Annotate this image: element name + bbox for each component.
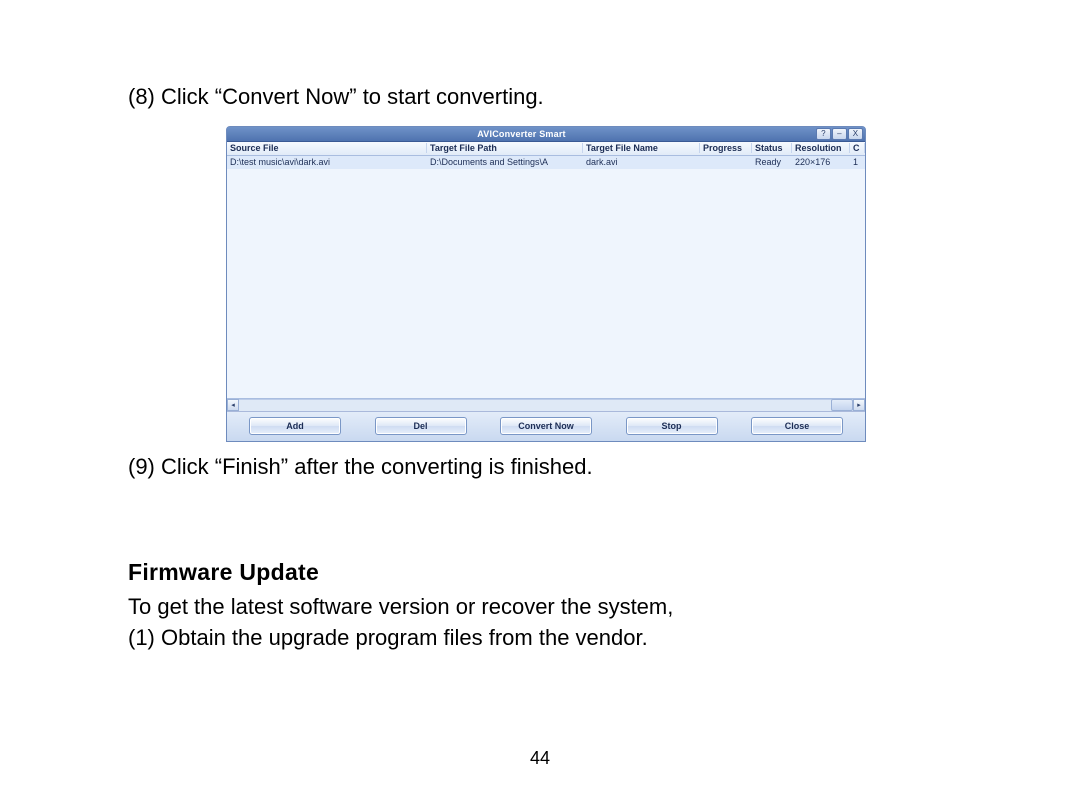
header-target-path[interactable]: Target File Path — [427, 143, 583, 153]
aviconverter-window: AVIConverter Smart ? – X Source File Tar… — [226, 126, 866, 442]
scroll-right-icon[interactable]: ▸ — [853, 399, 865, 411]
cell-source-file: D:\test music\avi\dark.avi — [227, 157, 427, 167]
cell-status: Ready — [752, 157, 792, 167]
close-button[interactable]: Close — [751, 417, 843, 435]
header-source-file[interactable]: Source File — [227, 143, 427, 153]
window-titlebar[interactable]: AVIConverter Smart ? – X — [227, 127, 865, 142]
cell-target-name: dark.avi — [583, 157, 700, 167]
firmware-update-step-1: (1) Obtain the upgrade program files fro… — [128, 623, 1000, 654]
add-button[interactable]: Add — [249, 417, 341, 435]
minimize-button[interactable]: – — [832, 128, 847, 140]
header-resolution[interactable]: Resolution — [792, 143, 850, 153]
table-row[interactable]: D:\test music\avi\dark.avi D:\Documents … — [227, 156, 865, 169]
close-window-button[interactable]: X — [848, 128, 863, 140]
header-status[interactable]: Status — [752, 143, 792, 153]
scroll-left-icon[interactable]: ◂ — [227, 399, 239, 411]
header-progress[interactable]: Progress — [700, 143, 752, 153]
convert-now-button[interactable]: Convert Now — [500, 417, 592, 435]
cell-target-path: D:\Documents and Settings\A — [427, 157, 583, 167]
list-body-empty — [227, 169, 865, 399]
column-headers: Source File Target File Path Target File… — [227, 142, 865, 156]
scroll-thumb[interactable] — [831, 399, 853, 411]
del-button[interactable]: Del — [375, 417, 467, 435]
scroll-track[interactable] — [239, 399, 853, 411]
button-bar: Add Del Convert Now Stop Close — [227, 411, 865, 441]
document-page: (8) Click “Convert Now” to start convert… — [0, 0, 1080, 791]
horizontal-scrollbar[interactable]: ◂ ▸ — [227, 399, 865, 411]
page-number: 44 — [0, 748, 1080, 769]
window-title: AVIConverter Smart — [227, 129, 816, 139]
firmware-update-intro: To get the latest software version or re… — [128, 592, 1000, 623]
help-button[interactable]: ? — [816, 128, 831, 140]
cell-resolution: 220×176 — [792, 157, 850, 167]
instruction-step-9: (9) Click “Finish” after the converting … — [128, 452, 1000, 482]
instruction-step-8: (8) Click “Convert Now” to start convert… — [128, 82, 1000, 112]
stop-button[interactable]: Stop — [626, 417, 718, 435]
header-target-name[interactable]: Target File Name — [583, 143, 700, 153]
window-controls: ? – X — [816, 128, 863, 140]
header-extra[interactable]: C — [850, 143, 865, 153]
firmware-update-heading: Firmware Update — [128, 559, 1000, 586]
cell-extra: 1 — [850, 157, 865, 167]
